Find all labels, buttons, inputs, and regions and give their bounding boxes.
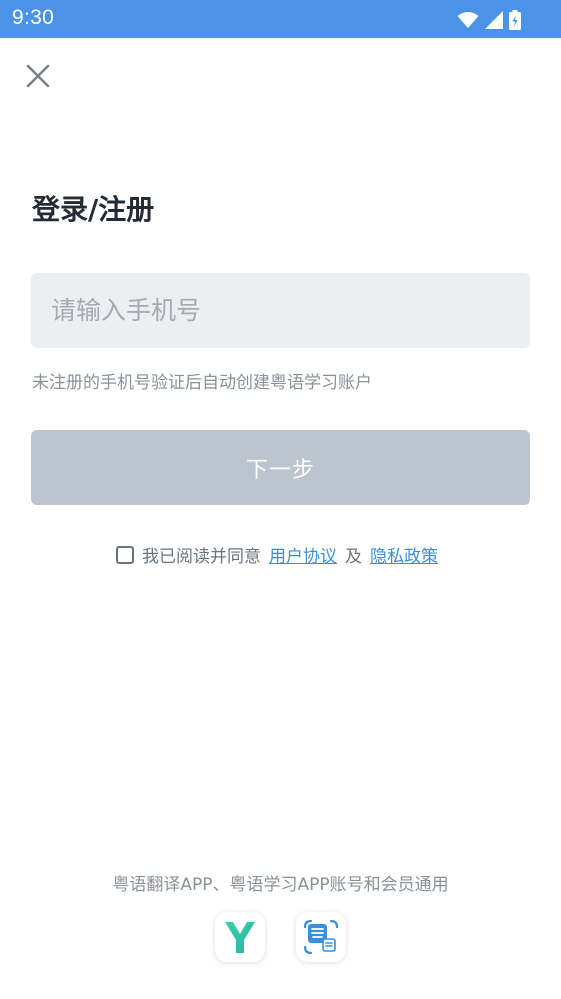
footer-note: 粤语翻译APP、粤语学习APP账号和会员通用 (112, 875, 449, 895)
agreement-prefix: 我已阅读并同意 (142, 547, 261, 567)
agreement-checkbox[interactable] (116, 545, 134, 564)
status-icons (457, 9, 521, 31)
app-logo-cantonese-translate-icon[interactable] (296, 912, 346, 962)
user-agreement-link[interactable]: 用户协议 (269, 542, 337, 567)
close-button[interactable] (24, 62, 52, 90)
registration-hint: 未注册的手机号验证后自动创建粤语学习账户 (32, 373, 372, 393)
privacy-policy-link[interactable]: 隐私政策 (370, 542, 438, 567)
battery-charging-icon (509, 10, 521, 30)
next-step-button[interactable]: 下一步 (31, 430, 530, 505)
close-icon (26, 64, 50, 88)
agreement-conjunction: 及 (345, 547, 362, 567)
status-time: 9:30 (12, 6, 55, 29)
signal-icon (485, 11, 503, 29)
app-logo-y-icon[interactable] (215, 912, 265, 962)
agreement-row: 我已阅读并同意 用户协议 及 隐私政策 (116, 542, 438, 567)
status-bar: 9:30 (0, 0, 561, 38)
phone-number-input[interactable] (31, 273, 530, 348)
wifi-icon (457, 12, 479, 28)
page-title: 登录/注册 (32, 193, 155, 226)
